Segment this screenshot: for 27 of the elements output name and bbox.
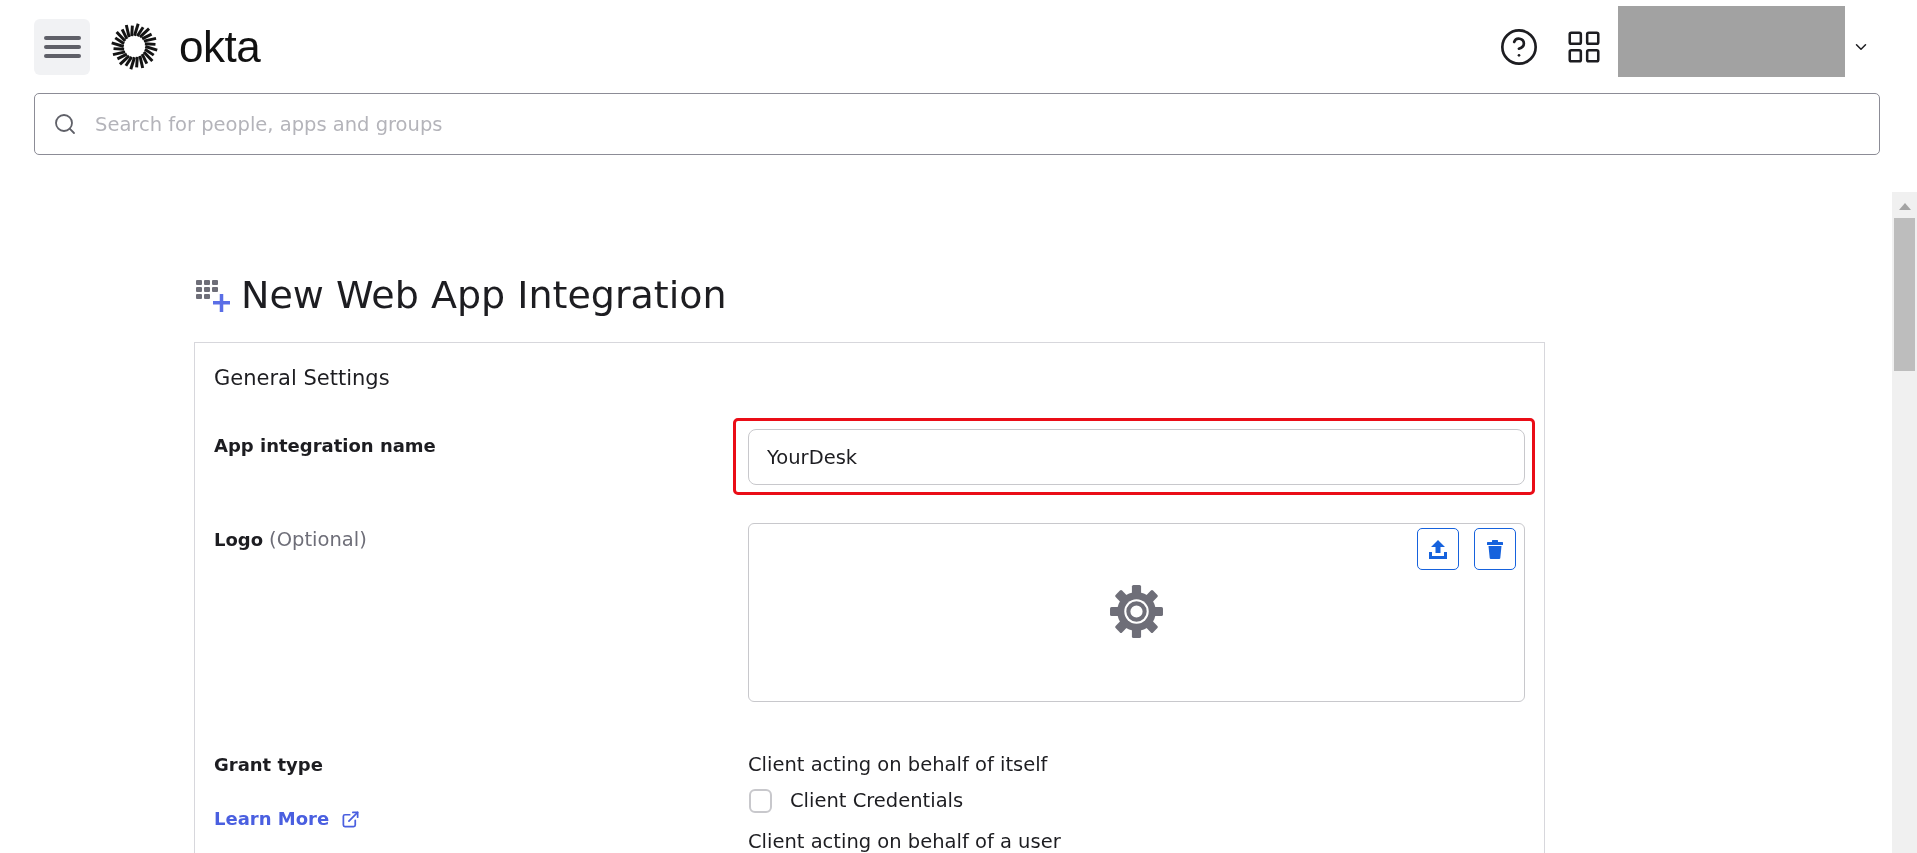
checkbox-label: Client Credentials	[790, 790, 964, 812]
delete-button[interactable]	[1474, 528, 1516, 570]
trash-icon	[1487, 539, 1503, 559]
search-icon	[53, 112, 77, 136]
group-heading: Client acting on behalf of itself	[748, 754, 1048, 776]
learn-more-link[interactable]: Learn More	[214, 808, 361, 830]
card-heading: General Settings	[214, 366, 391, 390]
search-field[interactable]: Search for people, apps and groups	[34, 93, 1880, 155]
external-link-icon	[341, 809, 361, 829]
name-input[interactable]: YourDesk	[748, 429, 1525, 485]
upload-icon	[1429, 539, 1447, 559]
help-icon[interactable]	[1499, 26, 1539, 67]
brand-name: okta	[179, 21, 261, 72]
field-label: Grant type	[214, 754, 323, 776]
upload-button[interactable]	[1417, 528, 1459, 570]
app-grid-plus-icon	[196, 278, 230, 312]
menu-button[interactable]	[34, 18, 90, 75]
scrollbar-thumb[interactable]	[1894, 218, 1915, 371]
field-label: App integration name	[214, 435, 436, 457]
checkbox[interactable]	[749, 789, 772, 813]
gear-icon	[1109, 584, 1164, 639]
field-label: Logo	[214, 529, 264, 551]
group-heading: Client acting on behalf of a user	[748, 831, 1061, 853]
sunburst-logo-icon	[110, 22, 159, 71]
optional-hint: (Optional)	[269, 529, 367, 551]
menu-icon	[43, 35, 81, 58]
page-title: New Web App Integration	[241, 272, 727, 319]
